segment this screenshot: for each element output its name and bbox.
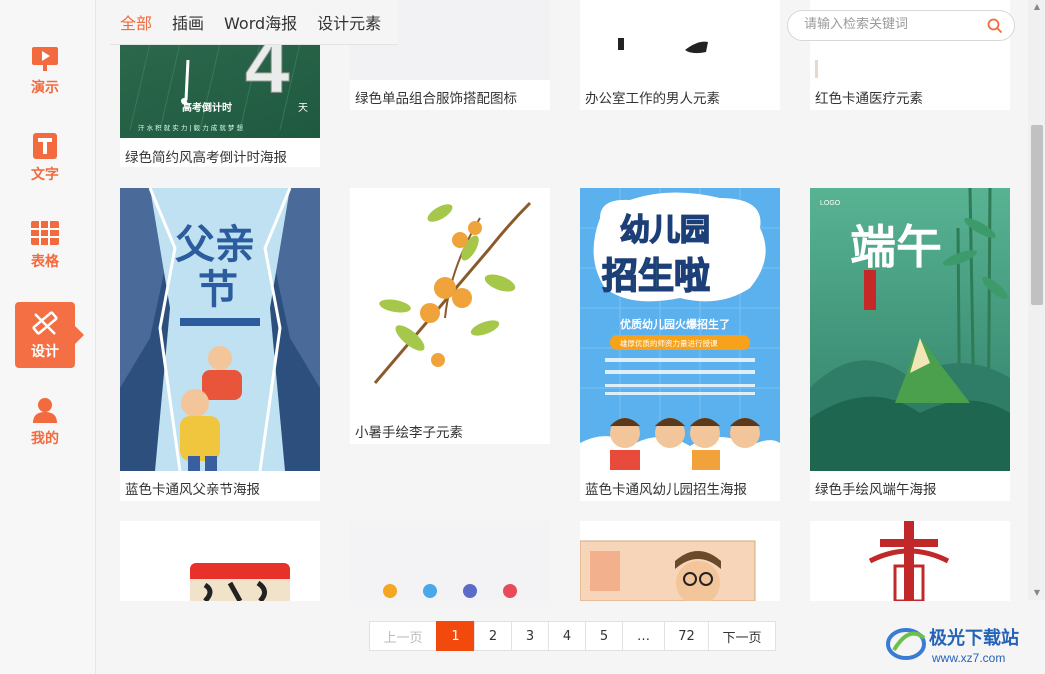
scrollbar-thumb[interactable] (1031, 125, 1043, 305)
next-page-button[interactable]: 下一页 (708, 621, 776, 651)
sidebar-item-label: 我的 (31, 431, 59, 447)
card-thumbnail (120, 521, 320, 601)
thumb-title-1: 父亲 (175, 222, 255, 268)
page-2-button[interactable]: 2 (474, 621, 512, 651)
page-4-button[interactable]: 4 (548, 621, 586, 651)
watermark-logo: 极光下载站 www.xz7.com (884, 620, 1044, 670)
thumb-button-text: 雄厚优质的师资力量进行授课 (620, 338, 718, 348)
search-icon[interactable] (986, 17, 1004, 35)
card-thumbnail: 父亲 节 (120, 188, 320, 471)
template-card[interactable] (120, 521, 320, 601)
template-card[interactable]: LOGO 端午 绿色手绘风端午海报 (810, 188, 1010, 501)
presentation-icon (30, 45, 60, 73)
card-title: 绿色单品组合服饰搭配图标 (355, 91, 517, 107)
thumb-title-2: 节 (198, 267, 238, 313)
sidebar: 演示 文字 表格 设计 我的 (0, 0, 96, 674)
thumb-logo-text: LOGO (820, 200, 841, 207)
sidebar-item-label: 表格 (31, 254, 59, 270)
card-title: 蓝色卡通风幼儿园招生海报 (585, 482, 747, 498)
card-thumbnail: 幼儿园 招生啦 优质幼儿园火爆招生了 雄厚优质的师资力量进行授课 (580, 188, 780, 471)
search-input[interactable] (804, 17, 984, 32)
design-tools-icon (30, 309, 60, 337)
scroll-down-arrow-icon[interactable]: ▼ (1032, 588, 1042, 598)
sidebar-item-label: 设计 (31, 344, 59, 360)
sidebar-item-text[interactable]: 文字 (15, 125, 75, 191)
thumb-title-1: 幼儿园 (620, 213, 710, 248)
tab-word-poster[interactable]: Word海报 (224, 10, 297, 34)
page-5-button[interactable]: 5 (585, 621, 623, 651)
thumb-caption: 高考倒计时 (182, 101, 232, 114)
watermark-url: www.xz7.com (931, 651, 1005, 665)
sidebar-item-mine[interactable]: 我的 (15, 389, 75, 455)
prev-page-button[interactable]: 上一页 (369, 621, 437, 651)
thumb-day: 天 (298, 103, 308, 114)
card-thumbnail (350, 521, 550, 601)
sidebar-item-table[interactable]: 表格 (15, 212, 75, 278)
card-thumbnail (580, 0, 780, 80)
tab-illustration[interactable]: 插画 (172, 10, 204, 34)
card-thumbnail (580, 521, 780, 601)
text-doc-icon (30, 132, 60, 160)
page-1-button[interactable]: 1 (436, 621, 475, 651)
tab-all[interactable]: 全部 (120, 10, 152, 34)
sidebar-item-label: 演示 (31, 80, 59, 96)
template-card[interactable]: 幼儿园 招生啦 优质幼儿园火爆招生了 雄厚优质的师资力量进行授课 蓝色卡通风幼儿… (580, 188, 780, 501)
card-title: 绿色简约风高考倒计时海报 (125, 150, 287, 166)
template-card[interactable]: 父亲 节 蓝色卡通风父亲节海报 (120, 188, 320, 501)
card-title: 蓝色卡通风父亲节海报 (125, 482, 260, 498)
thumb-slogan: 汗 水 积 就 实 力 | 毅 力 成 就 梦 想 (138, 123, 243, 132)
card-title: 红色卡通医疗元素 (815, 91, 923, 107)
category-tabs: 全部 插画 Word海报 设计元素 (110, 0, 398, 45)
page-72-button[interactable]: 72 (664, 621, 709, 651)
template-card[interactable] (810, 521, 1010, 601)
template-card[interactable]: 小暑手绘李子元素 (350, 188, 550, 444)
app-window: 演示 文字 表格 设计 我的 4 高考倒计时 天 汗 水 积 就 实 力 | 毅… (0, 0, 1045, 674)
table-icon (30, 219, 60, 247)
card-thumbnail (810, 521, 1010, 601)
thumb-title-2: 招生啦 (602, 256, 710, 297)
card-thumbnail: LOGO 端午 (810, 188, 1010, 471)
tab-design-elements[interactable]: 设计元素 (317, 10, 381, 34)
template-card[interactable]: 办公室工作的男人元素 (580, 0, 780, 110)
scroll-up-arrow-icon[interactable]: ▲ (1032, 2, 1042, 12)
card-title: 绿色手绘风端午海报 (815, 482, 937, 498)
card-thumbnail (350, 188, 550, 413)
sidebar-item-presentation[interactable]: 演示 (15, 38, 75, 104)
user-icon (30, 396, 60, 424)
template-card[interactable] (580, 521, 780, 601)
page-ellipsis: … (622, 621, 665, 651)
thumb-subtitle: 优质幼儿园火爆招生了 (620, 317, 730, 331)
sidebar-item-label: 文字 (31, 167, 59, 183)
sidebar-item-design[interactable]: 设计 (15, 302, 84, 368)
pagination: 上一页 1 2 3 4 5 … 72 下一页 (369, 621, 776, 651)
card-title: 小暑手绘李子元素 (355, 425, 463, 441)
watermark-name: 极光下载站 (929, 627, 1019, 649)
thumb-title: 端午 (850, 220, 942, 274)
page-3-button[interactable]: 3 (511, 621, 549, 651)
card-title: 办公室工作的男人元素 (585, 91, 720, 107)
template-card[interactable] (350, 521, 550, 601)
search-box (787, 10, 1015, 41)
